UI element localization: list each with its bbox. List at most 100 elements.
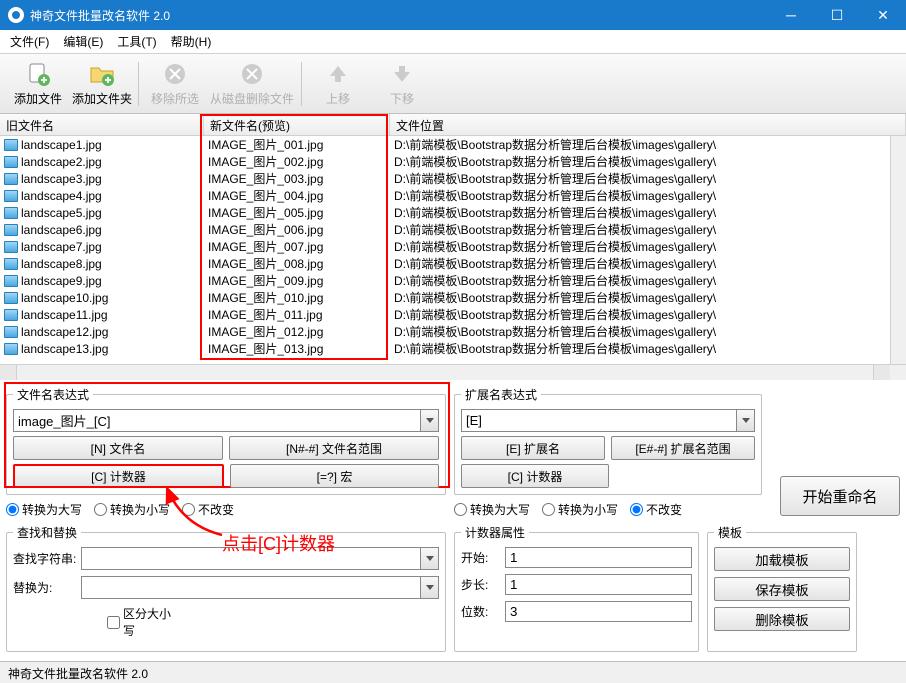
- radio-lower-left[interactable]: 转换为小写: [94, 501, 170, 518]
- btn-macro[interactable]: [=?] 宏: [230, 464, 439, 488]
- btn-c-counter[interactable]: [C] 计数器: [13, 464, 224, 488]
- radio-none-right[interactable]: 不改变: [630, 501, 682, 518]
- image-file-icon: [4, 258, 18, 270]
- btn-e-ext[interactable]: [E] 扩展名: [461, 436, 605, 460]
- delete-icon: [238, 60, 266, 88]
- radio-upper-right[interactable]: 转换为大写: [454, 501, 530, 518]
- grid-header: 旧文件名 新文件名(预览) 文件位置: [0, 114, 906, 136]
- btn-c-counter-ext[interactable]: [C] 计数器: [461, 464, 609, 488]
- start-rename-button[interactable]: 开始重命名: [780, 476, 900, 516]
- add-folder-button[interactable]: 添加文件夹: [70, 56, 134, 112]
- dropdown-icon[interactable]: [737, 409, 755, 432]
- window-title: 神奇文件批量改名软件 2.0: [30, 7, 768, 24]
- templates-group: 模板 加载模板 保存模板 删除模板: [707, 524, 857, 652]
- up-icon: [324, 60, 352, 88]
- save-template-button[interactable]: 保存模板: [714, 577, 850, 601]
- search-combo[interactable]: [81, 547, 439, 570]
- table-row[interactable]: landscape1.jpgIMAGE_图片_001.jpgD:\前端模板\Bo…: [0, 136, 906, 153]
- remove-selected-button[interactable]: 移除所选: [143, 56, 207, 112]
- image-file-icon: [4, 292, 18, 304]
- filename-expr-combo[interactable]: [13, 409, 439, 432]
- image-file-icon: [4, 326, 18, 338]
- replace-label: 替换为:: [13, 579, 77, 596]
- table-row[interactable]: landscape8.jpgIMAGE_图片_008.jpgD:\前端模板\Bo…: [0, 255, 906, 272]
- ext-expr-group: 扩展名表达式 [E] 扩展名 [E#-#] 扩展名范围 [C] 计数器: [454, 386, 762, 495]
- table-row[interactable]: landscape13.jpgIMAGE_图片_013.jpgD:\前端模板\B…: [0, 340, 906, 357]
- col-new-name[interactable]: 新文件名(预览): [204, 114, 390, 135]
- btn-n-filename[interactable]: [N] 文件名: [13, 436, 223, 460]
- table-row[interactable]: landscape9.jpgIMAGE_图片_009.jpgD:\前端模板\Bo…: [0, 272, 906, 289]
- table-row[interactable]: landscape3.jpgIMAGE_图片_003.jpgD:\前端模板\Bo…: [0, 170, 906, 187]
- search-label: 查找字符串:: [13, 550, 77, 567]
- find-replace-group: 查找和替换 查找字符串: 替换为: 区分大小写: [6, 524, 446, 652]
- counter-props-group: 计数器属性 开始: 步长: 位数:: [454, 524, 699, 652]
- menubar: 文件(F) 编辑(E) 工具(T) 帮助(H): [0, 30, 906, 54]
- load-template-button[interactable]: 加载模板: [714, 547, 850, 571]
- image-file-icon: [4, 207, 18, 219]
- add-file-button[interactable]: 添加文件: [6, 56, 70, 112]
- titlebar: 神奇文件批量改名软件 2.0 ─ ☐ ✕: [0, 0, 906, 30]
- table-row[interactable]: landscape10.jpgIMAGE_图片_010.jpgD:\前端模板\B…: [0, 289, 906, 306]
- menu-tool[interactable]: 工具(T): [111, 31, 162, 52]
- case-radio-group-right: 转换为大写 转换为小写 不改变: [454, 501, 762, 518]
- table-row[interactable]: landscape7.jpgIMAGE_图片_007.jpgD:\前端模板\Bo…: [0, 238, 906, 255]
- vertical-scrollbar[interactable]: [890, 136, 906, 364]
- grid-body[interactable]: landscape1.jpgIMAGE_图片_001.jpgD:\前端模板\Bo…: [0, 136, 906, 364]
- ext-expr-input[interactable]: [461, 409, 737, 432]
- delete-template-button[interactable]: 删除模板: [714, 607, 850, 631]
- radio-lower-right[interactable]: 转换为小写: [542, 501, 618, 518]
- image-file-icon: [4, 309, 18, 321]
- close-button[interactable]: ✕: [860, 0, 906, 30]
- minimize-button[interactable]: ─: [768, 0, 814, 30]
- menu-help[interactable]: 帮助(H): [165, 31, 218, 52]
- col-old-name[interactable]: 旧文件名: [0, 114, 204, 135]
- toolbar: 添加文件 添加文件夹 移除所选 从磁盘删除文件 上移 下移: [0, 54, 906, 114]
- case-sensitive-checkbox[interactable]: 区分大小写: [107, 605, 171, 639]
- counter-step-input[interactable]: [505, 574, 692, 595]
- image-file-icon: [4, 156, 18, 168]
- table-row[interactable]: landscape11.jpgIMAGE_图片_011.jpgD:\前端模板\B…: [0, 306, 906, 323]
- menu-file[interactable]: 文件(F): [4, 31, 55, 52]
- remove-icon: [161, 60, 189, 88]
- down-icon: [388, 60, 416, 88]
- counter-start-input[interactable]: [505, 547, 692, 568]
- btn-e-range[interactable]: [E#-#] 扩展名范围: [611, 436, 755, 460]
- menu-edit[interactable]: 编辑(E): [57, 31, 109, 52]
- dropdown-icon[interactable]: [421, 576, 439, 599]
- btn-n-range[interactable]: [N#-#] 文件名范围: [229, 436, 439, 460]
- table-row[interactable]: landscape6.jpgIMAGE_图片_006.jpgD:\前端模板\Bo…: [0, 221, 906, 238]
- horizontal-scrollbar[interactable]: [0, 364, 906, 380]
- file-grid: 旧文件名 新文件名(预览) 文件位置 landscape1.jpgIMAGE_图…: [0, 114, 906, 380]
- replace-input[interactable]: [81, 576, 421, 599]
- filename-expr-input[interactable]: [13, 409, 421, 432]
- delete-from-disk-button[interactable]: 从磁盘删除文件: [207, 56, 297, 112]
- table-row[interactable]: landscape12.jpgIMAGE_图片_012.jpgD:\前端模板\B…: [0, 323, 906, 340]
- dropdown-icon[interactable]: [421, 547, 439, 570]
- replace-combo[interactable]: [81, 576, 439, 599]
- col-location[interactable]: 文件位置: [390, 114, 906, 135]
- image-file-icon: [4, 173, 18, 185]
- add-file-icon: [24, 60, 52, 88]
- move-up-button[interactable]: 上移: [306, 56, 370, 112]
- image-file-icon: [4, 275, 18, 287]
- radio-upper-left[interactable]: 转换为大写: [6, 501, 82, 518]
- case-radio-group-left: 转换为大写 转换为小写 不改变: [6, 501, 446, 518]
- image-file-icon: [4, 241, 18, 253]
- filename-expr-group: 文件名表达式 [N] 文件名 [N#-#] 文件名范围 [C] 计数器 [=?]…: [6, 386, 446, 495]
- table-row[interactable]: landscape5.jpgIMAGE_图片_005.jpgD:\前端模板\Bo…: [0, 204, 906, 221]
- ext-expr-legend: 扩展名表达式: [461, 386, 541, 403]
- dropdown-icon[interactable]: [421, 409, 439, 432]
- image-file-icon: [4, 190, 18, 202]
- move-down-button[interactable]: 下移: [370, 56, 434, 112]
- radio-none-left[interactable]: 不改变: [182, 501, 234, 518]
- table-row[interactable]: landscape4.jpgIMAGE_图片_004.jpgD:\前端模板\Bo…: [0, 187, 906, 204]
- image-file-icon: [4, 224, 18, 236]
- search-input[interactable]: [81, 547, 421, 570]
- app-icon: [8, 7, 24, 23]
- filename-expr-legend: 文件名表达式: [13, 386, 93, 403]
- add-folder-icon: [88, 60, 116, 88]
- ext-expr-combo[interactable]: [461, 409, 755, 432]
- maximize-button[interactable]: ☐: [814, 0, 860, 30]
- table-row[interactable]: landscape2.jpgIMAGE_图片_002.jpgD:\前端模板\Bo…: [0, 153, 906, 170]
- counter-digits-input[interactable]: [505, 601, 692, 622]
